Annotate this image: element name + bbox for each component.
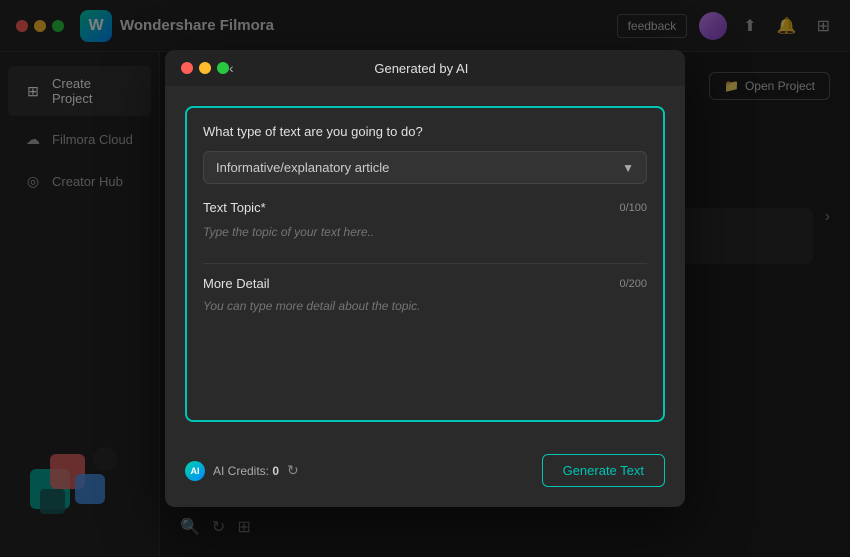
dropdown-value: Informative/explanatory article [216,160,389,175]
text-topic-input[interactable] [203,225,647,239]
modal-minimize-button[interactable] [199,62,211,74]
app-window: W Wondershare Filmora feedback ⬆ 🔔 ⊞ ⊞ C… [0,0,850,557]
credits-info: AI AI Credits: 0 ↻ [185,461,299,481]
credits-label: AI Credits: 0 [213,464,279,478]
modal-dialog: ‹ Generated by AI What type of text are … [165,50,685,507]
modal-fullscreen-button[interactable] [217,62,229,74]
modal-close-button[interactable] [181,62,193,74]
modal-titlebar: ‹ Generated by AI [165,50,685,86]
modal-footer: AI AI Credits: 0 ↻ Generate Text [165,442,685,507]
text-topic-header: Text Topic* 0/100 [203,200,647,215]
form-section: What type of text are you going to do? I… [185,106,665,422]
credits-icon: AI [185,461,205,481]
dropdown-arrow-icon: ▼ [622,161,634,175]
more-detail-counter: 0/200 [619,278,647,290]
credits-count: 0 [272,464,279,478]
text-type-dropdown[interactable]: Informative/explanatory article ▼ [203,151,647,184]
text-topic-counter: 0/100 [619,202,647,214]
form-question: What type of text are you going to do? [203,124,647,139]
generate-text-button[interactable]: Generate Text [542,454,665,487]
modal-body: What type of text are you going to do? I… [165,86,685,442]
modal-title: Generated by AI [234,61,609,76]
more-detail-header: More Detail 0/200 [203,276,647,291]
modal-overlay: ‹ Generated by AI What type of text are … [0,0,850,557]
more-detail-label: More Detail [203,276,269,291]
more-detail-textarea[interactable] [203,299,647,399]
text-topic-label: Text Topic* [203,200,266,215]
modal-traffic-lights [181,62,229,74]
separator [203,263,647,264]
credits-refresh-icon[interactable]: ↻ [287,462,299,479]
